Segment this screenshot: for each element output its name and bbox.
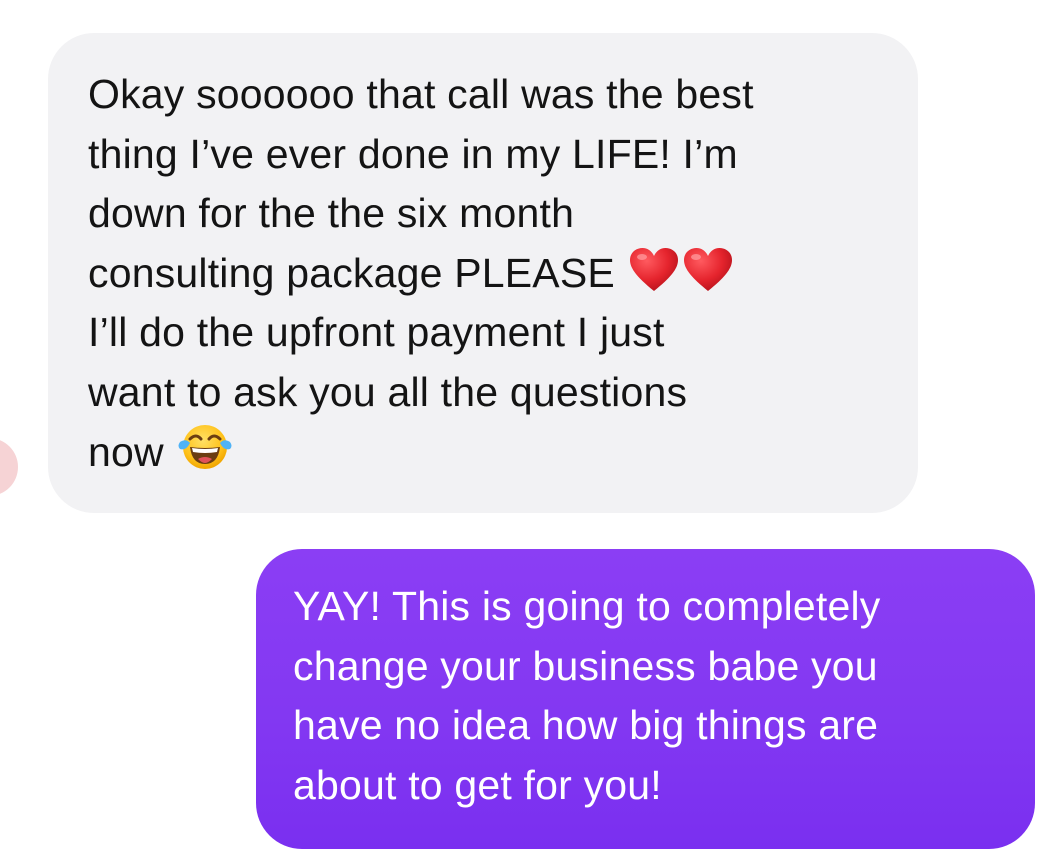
message-text: Okay soooooo that call was the best <box>88 71 754 117</box>
avatar[interactable] <box>0 438 18 496</box>
message-line: Okay soooooo that call was the best <box>88 65 898 125</box>
message-text: change your business babe you <box>293 642 878 689</box>
message-line: consulting package PLEASE <box>88 244 898 304</box>
incoming-message-bubble[interactable]: Okay soooooo that call was the best thin… <box>48 33 918 513</box>
message-line: about to get for you! <box>293 756 1019 816</box>
message-text: consulting package PLEASE <box>88 249 615 296</box>
tears-of-joy-emoji-icon <box>178 422 232 489</box>
message-line: now <box>88 422 898 482</box>
message-line: change your business babe you <box>293 637 1019 697</box>
message-text: now <box>88 429 164 475</box>
message-text: have no idea how big things are <box>293 702 879 748</box>
message-line: have no idea how big things are <box>293 696 1019 756</box>
message-line: want to ask you all the questions <box>88 363 898 423</box>
outgoing-message-bubble[interactable]: YAY! This is going to completely change … <box>256 549 1035 849</box>
message-text: about to get for you! <box>293 761 662 808</box>
heart-emoji-icon <box>629 247 679 310</box>
message-text: down for the the six month <box>88 190 575 236</box>
message-line: YAY! This is going to completely <box>293 577 1019 637</box>
message-thread: Okay soooooo that call was the best thin… <box>0 0 1060 858</box>
message-text: thing I’ve ever done in my LIFE! I’m <box>88 130 738 177</box>
message-line: thing I’ve ever done in my LIFE! I’m <box>88 125 898 185</box>
message-line: I’ll do the upfront payment I just <box>88 303 898 363</box>
message-line: down for the the six month <box>88 184 898 244</box>
message-text: YAY! This is going to completely <box>293 583 881 629</box>
message-text: I’ll do the upfront payment I just <box>88 309 665 355</box>
heart-emoji-icon <box>683 247 733 310</box>
message-text: want to ask you all the questions <box>88 368 688 415</box>
